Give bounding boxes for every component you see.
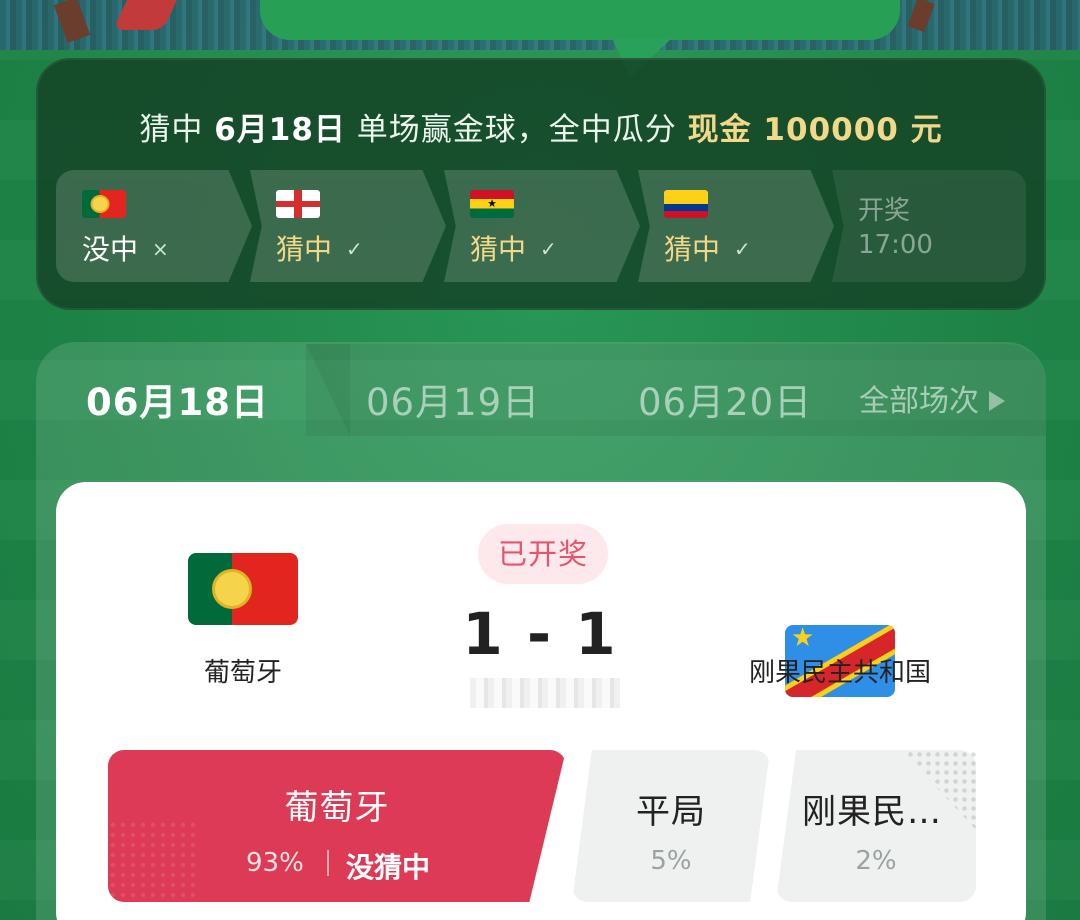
- progress-steps: 没中× 猜中✓ 猜中✓ 猜中✓ 开奖 17:00: [56, 170, 1030, 282]
- tab-0618[interactable]: 06月18日: [86, 372, 269, 426]
- step-portugal[interactable]: 没中 ×: [56, 170, 252, 282]
- all-matches-link[interactable]: 全部场次: [859, 376, 1005, 420]
- home-option-percent: 93%: [246, 848, 304, 878]
- step-label: 猜中 ✓: [276, 233, 363, 266]
- step-label: 没中 ×: [82, 233, 169, 266]
- draw-label: 开奖: [858, 196, 911, 226]
- portugal-flag-icon: [188, 553, 298, 625]
- draw-time: 17:00: [858, 230, 933, 260]
- step-draw-time: 开奖 17:00: [832, 170, 1026, 282]
- check-icon: ✓: [346, 237, 363, 261]
- home-team-name: 葡萄牙: [203, 658, 282, 688]
- draw-option-percent: 5%: [650, 846, 692, 876]
- banner-title-date: 6月18日: [214, 112, 346, 148]
- match-score: 1 - 1: [462, 600, 618, 668]
- step-label: 猜中 ✓: [664, 233, 751, 266]
- step-label: 猜中 ✓: [470, 233, 557, 266]
- play-arrow-icon: [989, 391, 1005, 411]
- step-england[interactable]: 猜中 ✓: [250, 170, 446, 282]
- status-badge: 已开奖: [478, 524, 608, 584]
- check-icon: ✓: [734, 237, 751, 261]
- tab-0619[interactable]: 06月19日: [366, 372, 540, 426]
- prize-banner: 猜中 6月18日 单场赢金球，全中瓜分 现金 100000 元 没中 × 猜中 ✓ …: [36, 58, 1046, 310]
- home-option-result: 没猜中: [346, 851, 431, 884]
- banner-title: 猜中 6月18日 单场赢金球，全中瓜分 现金 100000 元: [38, 104, 1044, 149]
- option-pattern: [108, 820, 198, 902]
- cross-icon: ×: [152, 237, 169, 261]
- away-option-title: 刚果民…: [802, 792, 942, 832]
- ghana-flag-icon: [470, 190, 514, 218]
- step-ghana[interactable]: 猜中✓: [444, 170, 640, 282]
- draw-option-title: 平局: [636, 792, 706, 832]
- away-option-percent: 2%: [855, 846, 897, 876]
- step-colombia[interactable]: 猜中 ✓: [638, 170, 834, 282]
- tab-0620[interactable]: 06月20日: [638, 372, 812, 426]
- portugal-flag-icon: [82, 190, 126, 218]
- banner-title-prize: 现金 100000 元: [687, 112, 943, 148]
- colombia-flag-icon: [664, 190, 708, 218]
- check-icon: ✓: [540, 237, 557, 261]
- england-flag-icon: [276, 190, 320, 218]
- all-matches-label: 全部场次: [859, 384, 979, 419]
- top-header-shape: [260, 0, 900, 40]
- score-subtext-blurred: [470, 678, 620, 708]
- banner-title-prefix: 猜中: [139, 112, 204, 148]
- banner-title-middle: 单场赢金球，全中瓜分: [356, 112, 677, 148]
- date-tabs: 06月18日 06月19日 06月20日 全部场次: [36, 360, 1046, 440]
- divider: [327, 850, 329, 876]
- home-option-title: 葡萄牙: [284, 788, 390, 828]
- away-team-name: 刚果民主共和国: [748, 658, 931, 688]
